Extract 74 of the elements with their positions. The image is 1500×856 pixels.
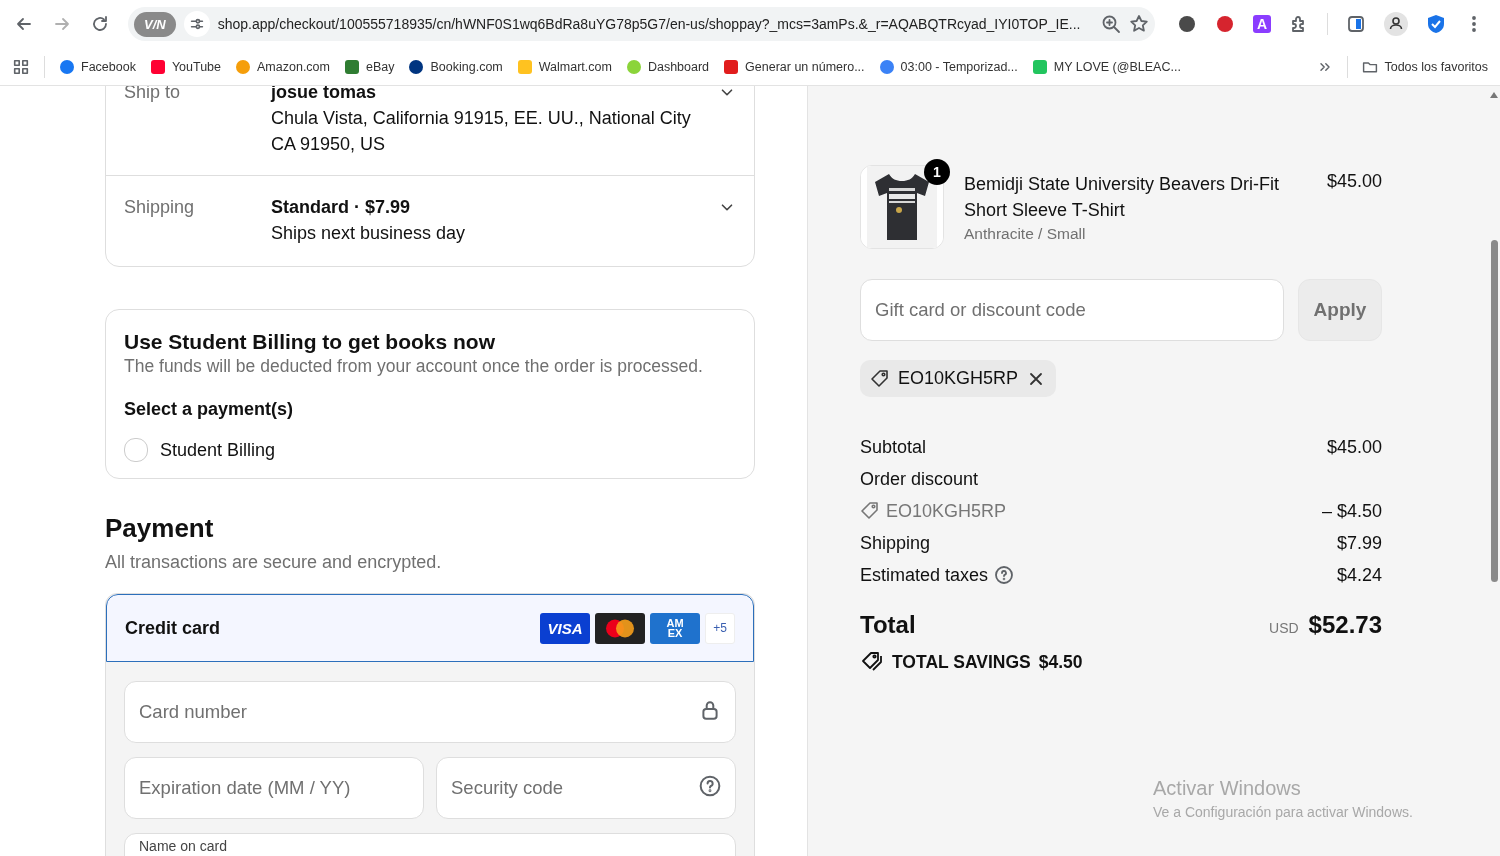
line-label: Order discount — [860, 468, 979, 490]
row-detail: Ships next business day — [271, 222, 467, 245]
product-title: Bemidji State University Beavers Dri-Fit Short Sleeve T-Shirt — [964, 173, 1281, 222]
product-price: $45.00 — [1326, 171, 1382, 192]
lock-icon — [699, 698, 721, 721]
row-detail: Chula Vista, California 91915, EE. UU., National City — [271, 107, 692, 130]
tags-icon — [860, 651, 884, 673]
line-value: $45.00 — [1326, 436, 1382, 458]
apps-icon[interactable] — [12, 57, 30, 76]
row-label: Shipping — [124, 196, 196, 219]
bookmark-link[interactable]: Booking.com — [408, 58, 503, 75]
discount-code-field[interactable]: Gift card or discount code — [860, 279, 1284, 341]
checkbox[interactable] — [124, 438, 148, 462]
star-icon[interactable] — [1129, 14, 1149, 34]
profile-icon[interactable] — [1384, 12, 1408, 36]
total-label: Total — [860, 611, 916, 639]
help-icon[interactable] — [699, 774, 721, 797]
card-description: The funds will be deducted from your account once the order is processed. — [124, 356, 704, 377]
section-heading: Payment — [105, 513, 215, 544]
all-bookmarks-link[interactable]: Todos los favoritos — [1362, 58, 1488, 75]
line-value: $7.99 — [1336, 532, 1382, 554]
expiration-field[interactable]: Expiration date (MM / YY) — [124, 757, 424, 819]
visa-logo: VISA — [540, 612, 590, 644]
discount-code: EO10KGH5RP — [898, 368, 1019, 389]
row-value: Standard · $7.99 — [271, 196, 412, 219]
extension-icon[interactable]: A — [1253, 15, 1271, 33]
more-brands-badge: +5 — [705, 612, 735, 644]
bookmark-link[interactable]: MY LOVE (@BLEAC... — [1031, 58, 1181, 75]
row-detail: CA 91950, US — [271, 133, 387, 156]
help-icon[interactable] — [994, 565, 1015, 585]
name-field[interactable]: Name on card — [124, 833, 736, 856]
bookmark-link[interactable]: Generar un número... — [723, 58, 865, 75]
tag-icon — [870, 368, 890, 389]
card-number-field[interactable]: Card number — [124, 681, 736, 743]
product-variant: Anthracite / Small — [964, 225, 1087, 243]
currency-label: USD — [1269, 620, 1299, 636]
bookmark-link[interactable]: YouTube — [149, 58, 222, 75]
savings-amount: $4.50 — [1038, 651, 1083, 673]
zoom-icon[interactable] — [1101, 14, 1121, 34]
tag-icon — [860, 501, 880, 521]
mastercard-logo — [595, 612, 645, 644]
checkbox-label[interactable]: Student Billing — [160, 439, 276, 461]
security-code-field[interactable]: Security code — [436, 757, 736, 819]
reload-icon — [90, 14, 110, 34]
ext-icon[interactable] — [1215, 14, 1235, 34]
payment-method-option[interactable]: Credit card VISA AM EX +5 — [106, 594, 754, 662]
activation-text: Ve a Configuración para activar Windows. — [1153, 804, 1413, 820]
savings-label: TOTAL SAVINGS — [892, 651, 1031, 673]
line-label: Subtotal — [860, 436, 927, 458]
activation-title: Activar Windows — [1153, 777, 1302, 800]
bookmark-link[interactable]: Facebook — [59, 58, 136, 75]
line-label: Estimated taxes — [860, 564, 989, 586]
quantity-badge: 1 — [924, 159, 950, 185]
ext-icon[interactable] — [1177, 14, 1197, 34]
section-label: Select a payment(s) — [124, 399, 295, 420]
apply-button[interactable]: Apply — [1298, 279, 1382, 341]
section-subtitle: All transactions are secure and encrypted. — [105, 552, 443, 573]
bookmark-link[interactable]: eBay — [344, 58, 395, 75]
bookmark-link[interactable]: Walmart.com — [516, 58, 612, 75]
line-value: $4.24 — [1336, 564, 1382, 586]
bookmark-link[interactable]: 03:00 - Temporizad... — [878, 58, 1018, 75]
amex-logo: AM EX — [650, 612, 700, 644]
side-panel-icon[interactable] — [1346, 14, 1366, 34]
total-amount: $52.73 — [1308, 611, 1382, 639]
line-value: – $4.50 — [1321, 500, 1382, 522]
card-title: Use Student Billing to get books now — [124, 330, 496, 354]
bookmark-link[interactable]: Amazon.com — [235, 58, 330, 75]
address-bar[interactable]: shop.app/checkout/100555718935/cn/hWNF0S1wq6BdRa8uYG78p5G7/en-us/shoppay?_mcs=3amPs.&_r=AQABQTRcyad_IYI0TOP_IE... — [217, 16, 1093, 32]
shield-icon[interactable] — [1426, 14, 1446, 34]
bookmark-link[interactable]: Dashboard — [625, 58, 710, 75]
line-label: EO10KGH5RP — [886, 500, 1007, 522]
line-label: Shipping — [860, 532, 931, 554]
scroll-up-icon[interactable] — [1490, 92, 1498, 98]
site-info-button[interactable] — [183, 11, 210, 37]
